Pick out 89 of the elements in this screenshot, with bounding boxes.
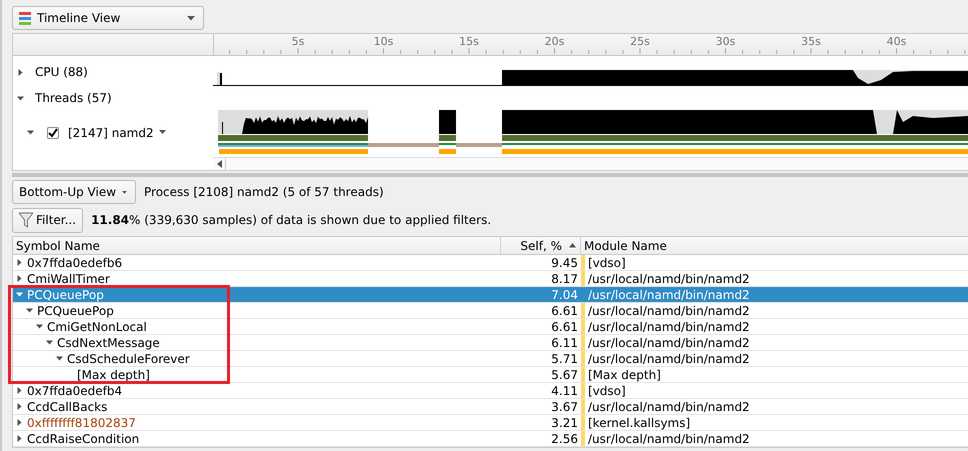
filter-message: 11.84% (339,630 samples) of data is shown due to applied filters. bbox=[91, 213, 492, 227]
symbol-name[interactable]: CmiGetNonLocal bbox=[47, 320, 147, 334]
table-row[interactable]: CsdScheduleForever 5.71 /usr/local/namd/bin/namd2 bbox=[13, 351, 968, 367]
caret-down-icon[interactable] bbox=[27, 129, 34, 136]
table-row[interactable]: 0x7ffda0edefb4 4.11 [vdso] bbox=[13, 383, 968, 399]
module-name: [vdso] bbox=[588, 384, 626, 398]
symbol-name[interactable]: CmiWallTimer bbox=[27, 272, 110, 286]
track-label: CPU (88) bbox=[35, 65, 88, 79]
caret-right-icon[interactable] bbox=[16, 435, 23, 442]
sort-ascending-icon[interactable] bbox=[569, 243, 576, 248]
caret-right-icon[interactable] bbox=[16, 259, 23, 266]
dropdown-caret-icon bbox=[187, 16, 195, 20]
symbol-name[interactable]: 0xffffffff81802837 bbox=[27, 416, 136, 430]
table-row[interactable]: CsdNextMessage 6.11 /usr/local/namd/bin/namd2 bbox=[13, 335, 968, 351]
caret-down-icon[interactable] bbox=[36, 323, 43, 330]
module-name: /usr/local/namd/bin/namd2 bbox=[588, 304, 750, 318]
self-percent: 6.11 bbox=[550, 336, 579, 350]
caret-down-icon[interactable] bbox=[17, 94, 24, 102]
analysis-view-dropdown[interactable]: Bottom-Up View bbox=[12, 180, 136, 204]
module-name: /usr/local/namd/bin/namd2 bbox=[588, 432, 750, 446]
checkbox[interactable] bbox=[47, 126, 59, 138]
caret-down-icon[interactable] bbox=[16, 291, 23, 298]
time-label: 15s bbox=[459, 35, 479, 48]
time-label: 30s bbox=[716, 35, 736, 48]
module-name: /usr/local/namd/bin/namd2 bbox=[588, 288, 750, 302]
symbol-name[interactable]: CcdCallBacks bbox=[27, 400, 108, 414]
self-percent: 5.67 bbox=[550, 368, 579, 382]
table-row[interactable]: 0x7ffda0edefb6 9.45 [vdso] bbox=[13, 255, 968, 271]
dropdown-caret-icon[interactable] bbox=[158, 130, 166, 135]
filter-button[interactable]: Filter... bbox=[12, 208, 84, 232]
view-dropdown[interactable]: Timeline View bbox=[12, 6, 204, 30]
self-percent: 5.71 bbox=[550, 352, 579, 366]
table-row[interactable]: PCQueuePop 7.04 /usr/local/namd/bin/namd2 bbox=[13, 287, 968, 303]
module-name: [Max depth] bbox=[588, 368, 661, 382]
table-row[interactable]: PCQueuePop 6.61 /usr/local/namd/bin/namd2 bbox=[13, 303, 968, 319]
self-percent: 6.61 bbox=[550, 320, 579, 334]
dropdown-caret-icon bbox=[122, 190, 127, 194]
symbol-name[interactable]: CsdNextMessage bbox=[57, 336, 160, 350]
self-percent: 4.11 bbox=[550, 384, 579, 398]
caret-down-icon[interactable] bbox=[46, 339, 53, 346]
column-header[interactable]: Symbol Name bbox=[13, 237, 501, 254]
time-label: 40s bbox=[886, 35, 906, 48]
module-name: [kernel.kallsyms] bbox=[588, 416, 690, 430]
process-info: Process [2108] namd2 (5 of 57 threads) bbox=[144, 185, 384, 199]
column-header[interactable]: Self, % bbox=[520, 238, 562, 252]
column-header[interactable]: Module Name bbox=[581, 237, 968, 254]
time-label: 10s bbox=[374, 35, 394, 48]
module-name: /usr/local/namd/bin/namd2 bbox=[588, 400, 750, 414]
time-label: 35s bbox=[801, 35, 821, 48]
symbol-name[interactable]: PCQueuePop bbox=[27, 288, 104, 302]
caret-right-icon[interactable] bbox=[16, 403, 23, 410]
self-percent: 6.61 bbox=[550, 304, 579, 318]
symbol-name[interactable]: PCQueuePop bbox=[37, 304, 114, 318]
module-name: [vdso] bbox=[588, 256, 626, 270]
caret-right-icon[interactable] bbox=[16, 419, 23, 426]
time-label: 5s bbox=[292, 35, 304, 48]
table-row[interactable]: CmiGetNonLocal 6.61 /usr/local/namd/bin/namd2 bbox=[13, 319, 968, 335]
symbol-name[interactable]: 0x7ffda0edefb6 bbox=[27, 256, 122, 270]
horizontal-scrollbar[interactable] bbox=[213, 157, 968, 170]
table-row[interactable]: CcdRaiseCondition 2.56 /usr/local/namd/bin/namd2 bbox=[13, 431, 968, 447]
module-name: /usr/local/namd/bin/namd2 bbox=[588, 336, 750, 350]
time-label: 20s bbox=[544, 35, 564, 48]
table-row[interactable]: 0xffffffff81802837 3.21 [kernel.kallsyms] bbox=[13, 415, 968, 431]
symbol-name[interactable]: CsdScheduleForever bbox=[67, 352, 190, 366]
caret-right-icon[interactable] bbox=[17, 68, 24, 76]
symbol-name[interactable]: 0x7ffda0edefb4 bbox=[27, 384, 122, 398]
self-percent: 7.04 bbox=[550, 288, 579, 302]
caret-right-icon[interactable] bbox=[16, 275, 23, 282]
self-percent: 9.45 bbox=[550, 256, 579, 270]
time-label: 25s bbox=[630, 35, 650, 48]
thread-label: [2147] namd2 bbox=[68, 126, 154, 140]
symbol-name[interactable]: CcdRaiseCondition bbox=[27, 432, 140, 446]
module-name: /usr/local/namd/bin/namd2 bbox=[588, 320, 750, 334]
self-percent: 2.56 bbox=[550, 432, 579, 446]
self-percent: 3.67 bbox=[550, 400, 579, 414]
view-icon bbox=[19, 12, 31, 24]
scroll-left-icon[interactable] bbox=[216, 160, 222, 168]
table-row[interactable]: CcdCallBacks 3.67 /usr/local/namd/bin/namd2 bbox=[13, 399, 968, 415]
module-name: /usr/local/namd/bin/namd2 bbox=[588, 352, 750, 366]
caret-down-icon[interactable] bbox=[56, 355, 63, 362]
self-percent: 3.21 bbox=[550, 416, 579, 430]
caret-down-icon[interactable] bbox=[26, 307, 33, 314]
table-row[interactable]: [Max depth] 5.67 [Max depth] bbox=[13, 367, 968, 383]
funnel-icon bbox=[19, 212, 33, 228]
track-label: Threads (57) bbox=[35, 91, 112, 105]
caret-right-icon[interactable] bbox=[16, 387, 23, 394]
module-name: /usr/local/namd/bin/namd2 bbox=[588, 272, 750, 286]
self-percent: 8.17 bbox=[550, 272, 579, 286]
symbol-name[interactable]: [Max depth] bbox=[77, 368, 150, 382]
